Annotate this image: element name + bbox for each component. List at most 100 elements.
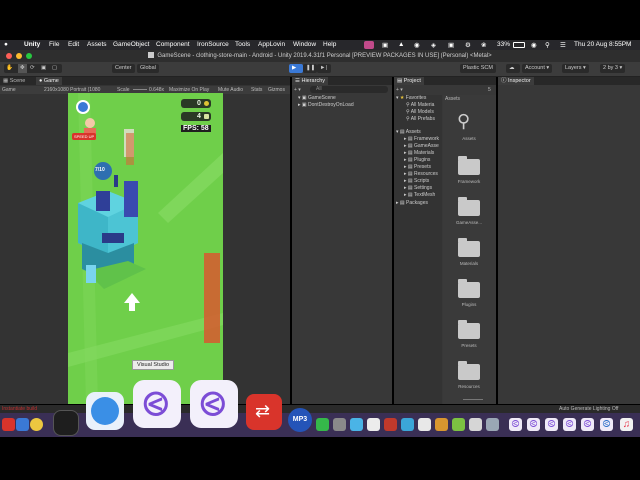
dock-app-blue-icon[interactable] <box>350 418 363 431</box>
menu-app-name[interactable]: Unity <box>24 41 40 48</box>
asset-folder[interactable]: ▸ ▤ TextMesh <box>404 192 435 198</box>
move-tool-icon[interactable]: ✥ <box>18 64 27 73</box>
dock-android-icon[interactable] <box>452 418 465 431</box>
dock-whatsapp-icon[interactable] <box>316 418 329 431</box>
dock-app-silver-icon[interactable] <box>469 418 482 431</box>
dock-finder-icon[interactable] <box>16 418 29 431</box>
plastic-scm-button[interactable]: Plastic SCM <box>460 64 496 73</box>
apple-icon[interactable]: ● <box>4 41 8 48</box>
dock-visual-studio-icon[interactable]: ⧀ <box>527 418 540 431</box>
visual-studio-icon[interactable]: ⧀ <box>133 380 181 428</box>
asset-folder[interactable]: ▸ ▤ Presets <box>404 164 431 170</box>
layers-dropdown[interactable]: Layers ▾ <box>562 64 589 73</box>
dock-app-orange-icon[interactable] <box>435 418 448 431</box>
status-icon-b[interactable]: ▲ <box>398 41 404 48</box>
hierarchy-item[interactable]: ▾ ▣ GameScene <box>298 95 336 101</box>
asset-folder[interactable]: ▸ ▤ Framework <box>404 136 439 142</box>
asset-grid-item[interactable]: Plugins <box>449 276 489 316</box>
screen-record-icon[interactable] <box>364 41 374 49</box>
tab-scene[interactable]: ▦ Scene <box>0 77 28 85</box>
dock-visual-studio-icon[interactable]: ⧀ <box>545 418 558 431</box>
dock-app-cyan-icon[interactable] <box>401 418 414 431</box>
asset-grid-item[interactable]: ⚲ Assets <box>449 110 489 150</box>
menu-component[interactable]: Component <box>156 41 190 48</box>
pivot-global-toggle[interactable]: Global <box>137 64 159 73</box>
asset-grid-item[interactable]: Resources <box>449 358 489 398</box>
display-dropdown[interactable]: Game <box>2 87 16 93</box>
safari-icon[interactable] <box>86 392 124 430</box>
favorite-item[interactable]: ⚲ All Prefabs <box>406 116 435 122</box>
thumbnail-size-slider[interactable] <box>463 399 483 400</box>
remote-desktop-icon[interactable]: ⇄ <box>246 394 282 430</box>
asset-folder[interactable]: ▸ ▤ Settings <box>404 185 432 191</box>
packages-root[interactable]: ▸ ▤ Packages <box>396 200 428 206</box>
asset-grid-item[interactable]: Framework <box>449 153 489 193</box>
menu-applovin[interactable]: AppLovin <box>258 41 285 48</box>
hierarchy-add-button[interactable]: + ▾ <box>294 87 301 93</box>
tab-hierarchy[interactable]: ☰ Hierarchy <box>292 77 329 85</box>
dock-visual-studio-icon[interactable]: ⧀ <box>563 418 576 431</box>
project-add-button[interactable]: + ▾ <box>396 87 403 93</box>
hand-tool-icon[interactable]: ✋ <box>6 64 13 73</box>
hierarchy-item[interactable]: ▸ ▣ DontDestroyOnLoad <box>298 102 354 108</box>
menu-help[interactable]: Help <box>323 41 336 48</box>
search-icon[interactable]: ⚲ <box>545 41 550 49</box>
menu-assets[interactable]: Assets <box>87 41 107 48</box>
favorites-header[interactable]: ▾ ★ Favorites <box>396 95 426 101</box>
status-icon-a[interactable]: ▣ <box>382 41 388 49</box>
rect-tool-icon[interactable]: ▢ <box>52 64 57 73</box>
favorite-item[interactable]: ⚲ All Materia <box>406 102 434 108</box>
asset-folder[interactable]: ▸ ▤ Scripts <box>404 178 429 184</box>
dock-visual-studio-icon[interactable]: ⧀ <box>581 418 594 431</box>
asset-folder[interactable]: ▸ ▤ Resources <box>404 171 438 177</box>
asset-folder[interactable]: ▸ ▤ Materials <box>404 150 434 156</box>
dock-app-red-icon[interactable] <box>2 418 15 431</box>
rotate-tool-icon[interactable]: ⟳ <box>30 64 35 73</box>
menu-file[interactable]: File <box>49 41 59 48</box>
account-dropdown[interactable]: Account ▾ <box>522 64 553 73</box>
dock-app-p-icon[interactable] <box>384 418 397 431</box>
step-button[interactable]: ►| <box>317 64 331 73</box>
layout-dropdown[interactable]: 2 by 3 ▾ <box>600 64 626 73</box>
status-icon-e[interactable]: ▣ <box>448 41 454 49</box>
visual-studio-icon[interactable]: ⧀ <box>190 380 238 428</box>
menu-ironsource[interactable]: IronSource <box>197 41 229 48</box>
dock-app-white-icon[interactable] <box>367 418 380 431</box>
tab-inspector[interactable]: ⓘ Inspector <box>498 77 534 85</box>
activity-monitor-icon[interactable] <box>53 410 79 436</box>
speed-up-button[interactable]: SPEED UP <box>72 133 97 140</box>
cloud-icon[interactable]: ☁ <box>506 64 520 73</box>
settings-gear-icon[interactable] <box>76 100 90 114</box>
pause-button[interactable]: ❚❚ <box>303 64 317 73</box>
scale-slider[interactable] <box>133 89 147 90</box>
gizmos-dropdown[interactable]: Gizmos <box>268 87 285 93</box>
asset-grid-item[interactable]: Presets <box>449 317 489 357</box>
game-viewport[interactable]: SPEED UP 7/10 0 4 FPS: 58 Visual Studio <box>68 93 223 404</box>
asset-grid-item[interactable]: GameAsse... <box>449 194 489 234</box>
favorite-item[interactable]: ⚲ All Models <box>406 109 434 115</box>
menu-window[interactable]: Window <box>293 41 316 48</box>
pivot-center-toggle[interactable]: Center <box>112 64 135 73</box>
status-icon-f[interactable]: ⚙ <box>465 41 471 49</box>
dock-visual-studio-icon[interactable]: ⧀ <box>509 418 522 431</box>
status-icon-d[interactable]: ◈ <box>431 41 436 49</box>
dock-music-icon[interactable]: ♫ <box>620 418 633 431</box>
menu-edit[interactable]: Edit <box>68 41 79 48</box>
asset-folder[interactable]: ▸ ▤ Plugins <box>404 157 430 163</box>
asset-grid-item[interactable]: Materials <box>449 235 489 275</box>
stats-toggle[interactable]: Stats <box>251 87 262 93</box>
zoom-window-icon[interactable] <box>26 53 32 59</box>
status-message[interactable]: Instantiate build <box>2 406 37 412</box>
close-window-icon[interactable] <box>6 53 12 59</box>
status-icon-c[interactable]: ◉ <box>414 41 420 49</box>
dock-chrome-icon[interactable] <box>30 418 43 431</box>
dock-settings-icon[interactable] <box>486 418 499 431</box>
minimize-window-icon[interactable] <box>16 53 22 59</box>
menu-tools[interactable]: Tools <box>235 41 250 48</box>
scale-tool-icon[interactable]: ▣ <box>41 64 46 73</box>
status-icon-g[interactable]: ❀ <box>481 41 486 49</box>
hierarchy-search-input[interactable]: All <box>310 86 388 93</box>
battery-icon[interactable] <box>513 42 525 48</box>
dock-app-grey-icon[interactable] <box>333 418 346 431</box>
mp3-converter-icon[interactable]: MP3 <box>288 408 312 432</box>
